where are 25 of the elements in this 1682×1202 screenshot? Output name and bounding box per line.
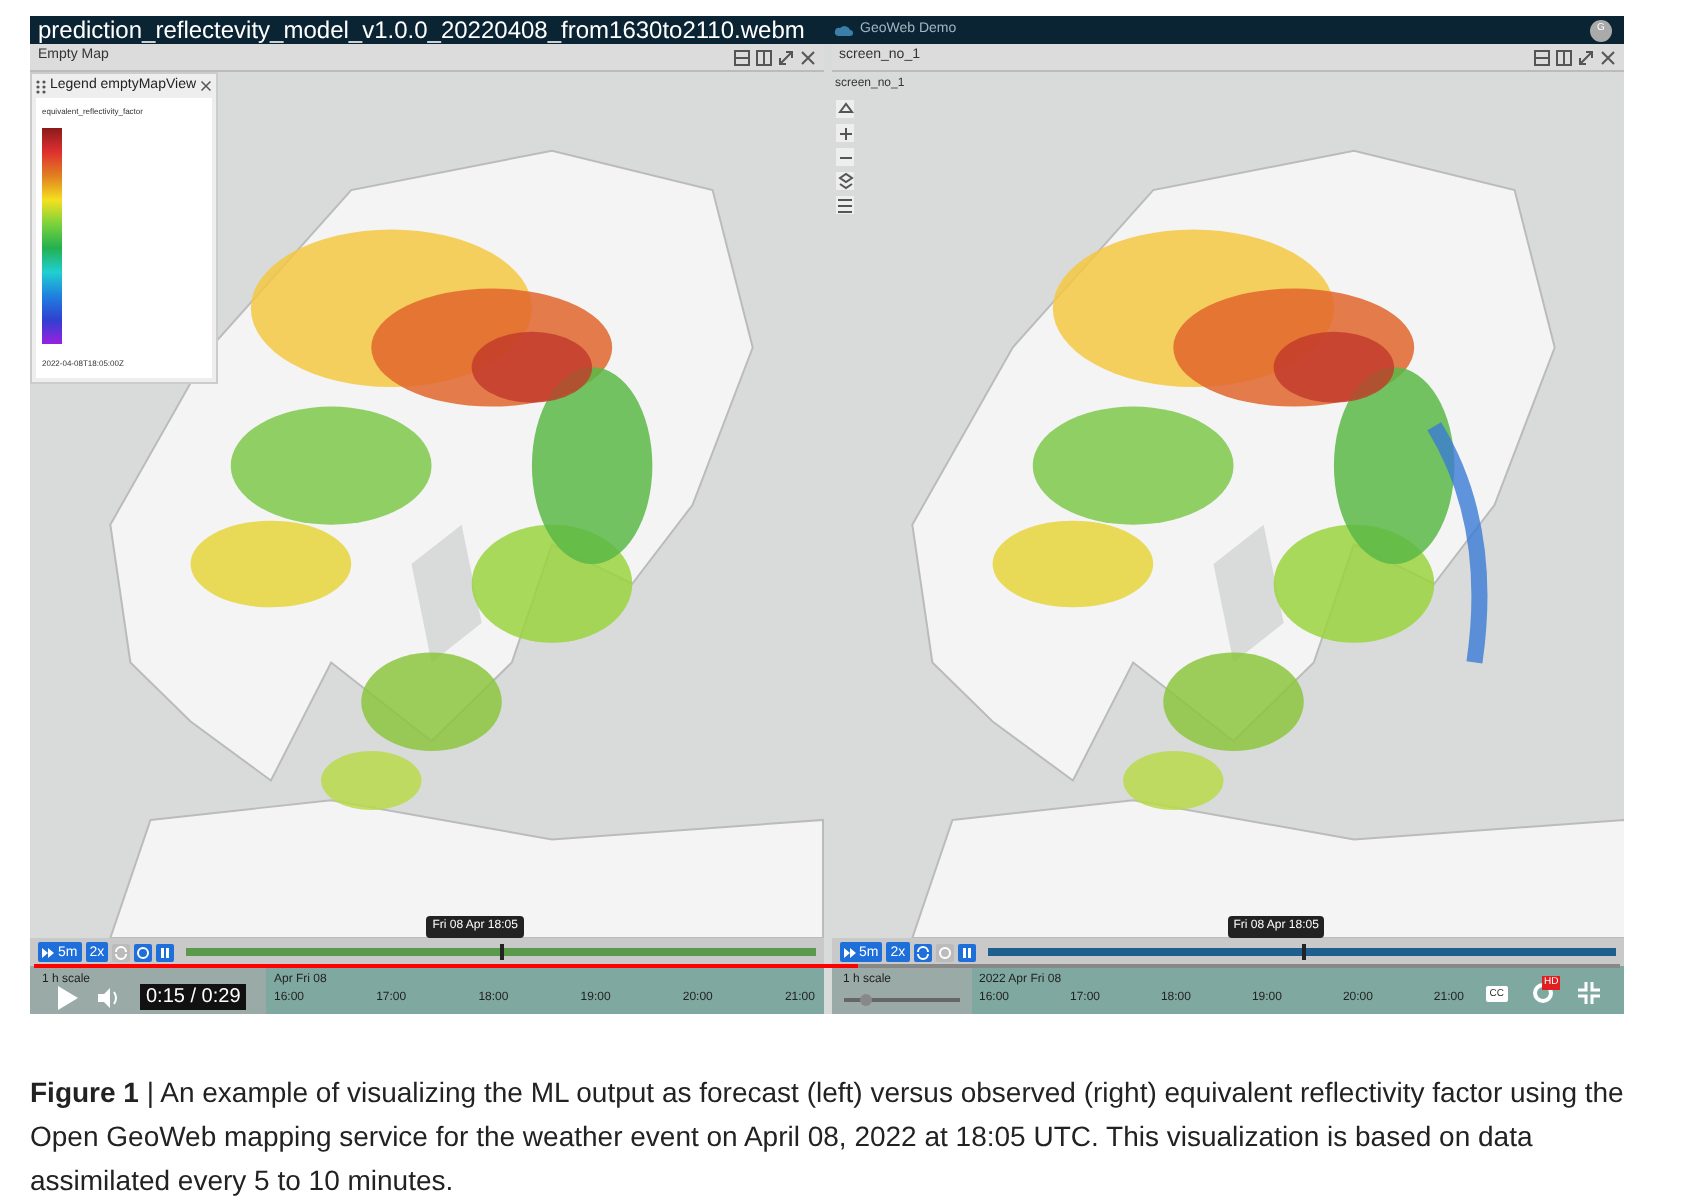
time-slider-thumb[interactable] xyxy=(500,944,505,960)
time-slider[interactable] xyxy=(186,948,815,956)
close-icon[interactable] xyxy=(200,80,212,92)
layout-icon[interactable] xyxy=(733,49,749,65)
drag-handle-icon[interactable] xyxy=(36,79,46,93)
time-slider[interactable] xyxy=(987,948,1616,956)
expand-icon[interactable] xyxy=(1578,49,1594,65)
scale-slider-thumb[interactable] xyxy=(860,994,873,1006)
split-icon[interactable] xyxy=(755,49,771,65)
loop-icon[interactable] xyxy=(913,943,932,961)
video-title: prediction_reflectevity_model_v1.0.0_20220408_from1630to2110.webm xyxy=(38,18,805,42)
video-time: 0:15 / 0:29 xyxy=(140,984,247,1010)
pause-icon[interactable] xyxy=(156,943,175,961)
figure-caption: Figure 1 | An example of visualizing the ML output as forecast (left) versus observed (right) equivalent reflectivity factor using the Open GeoWeb mapping service for the weather event on April 08, 2022 at 18:05 UTC. This visualization is based on data assimilated every 5 to 10 minutes. xyxy=(30,1074,1626,1200)
fast-forward-icon xyxy=(42,947,54,957)
time-slider-thumb[interactable] xyxy=(1301,944,1306,960)
cloud-icon xyxy=(834,23,854,37)
close-icon[interactable] xyxy=(799,49,815,65)
split-icon[interactable] xyxy=(1556,49,1572,65)
exit-fullscreen-icon[interactable] xyxy=(1578,982,1600,1004)
pause-icon[interactable] xyxy=(957,943,976,961)
expand-icon[interactable] xyxy=(777,49,793,65)
layout-icon[interactable] xyxy=(1534,49,1550,65)
fast-forward-icon xyxy=(843,947,855,957)
close-icon[interactable] xyxy=(1600,49,1616,65)
